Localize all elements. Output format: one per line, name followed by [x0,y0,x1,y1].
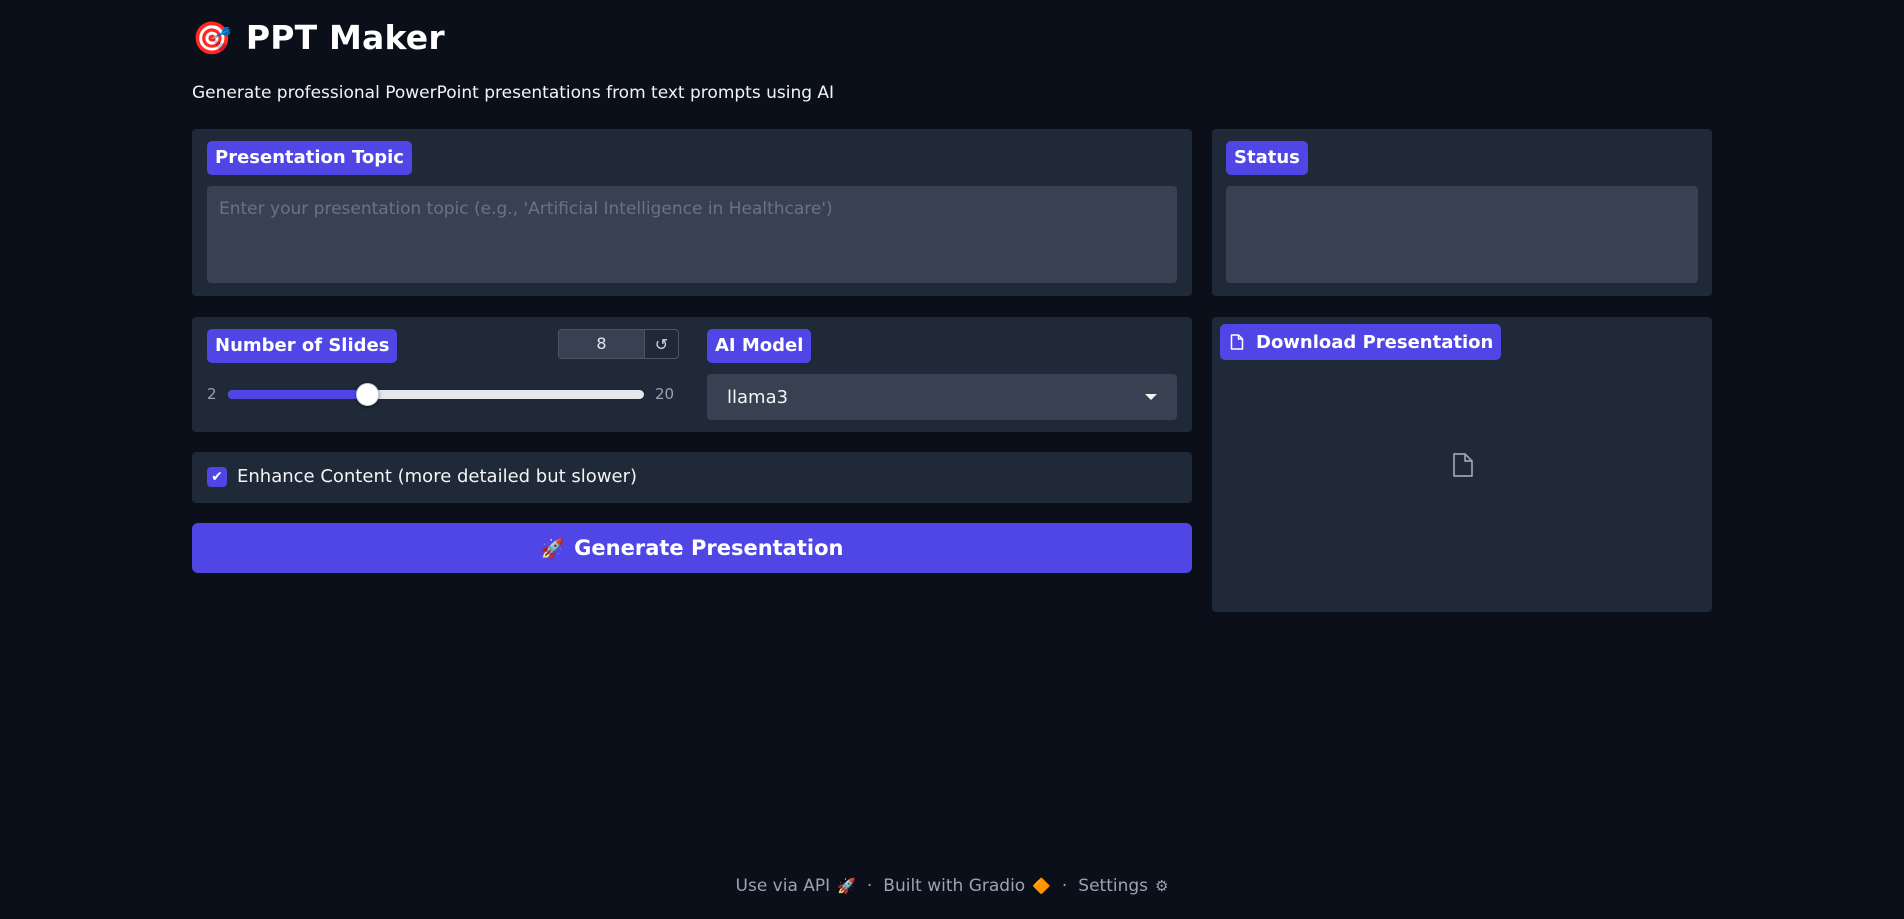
file-icon [1230,334,1244,350]
slider-min-label: 2 [207,385,217,403]
generate-button-label: Generate Presentation [574,536,844,560]
download-label-text: Download Presentation [1256,331,1494,353]
reset-icon: ↺ [654,334,669,354]
status-panel: Status [1212,129,1712,296]
status-output [1226,186,1698,283]
status-label: Status [1226,141,1308,175]
download-label: Download Presentation [1220,324,1502,360]
footer-separator: · [866,876,873,896]
check-icon: ✔ [211,469,223,485]
settings-link[interactable]: Settings ⚙ [1078,876,1168,896]
use-via-api-link[interactable]: Use via API 🚀 [736,876,856,896]
slides-number-input[interactable]: 8 [558,329,645,359]
rocket-icon: 🚀 [540,537,565,560]
settings-label: Settings [1078,876,1149,896]
slides-slider[interactable] [228,390,644,399]
slider-fill [228,390,367,399]
topic-label: Presentation Topic [207,141,412,175]
reset-button[interactable]: ↺ [644,329,679,359]
model-dropdown[interactable]: llama3 [707,374,1177,420]
slider-thumb[interactable] [355,383,379,406]
use-via-api-label: Use via API [735,876,831,896]
topic-panel: Presentation Topic [192,129,1192,296]
empty-file-icon [1453,453,1473,477]
built-with-gradio-label: Built with Gradio [883,876,1026,896]
topic-input[interactable] [207,186,1177,283]
generate-button[interactable]: 🚀 Generate Presentation [192,523,1192,573]
gear-icon: ⚙ [1155,877,1169,895]
footer: Use via API 🚀 · Built with Gradio 🔶 · Se… [0,876,1904,896]
enhance-panel: ✔ Enhance Content (more detailed but slo… [192,452,1192,503]
app-root: 🎯 PPT Maker Generate professional PowerP… [0,0,1904,919]
caret-down-icon [1145,394,1157,400]
model-label: AI Model [707,329,812,363]
enhance-label[interactable]: Enhance Content (more detailed but slowe… [237,466,637,487]
footer-separator: · [1061,876,1068,896]
enhance-checkbox[interactable]: ✔ [207,467,227,487]
download-panel: Download Presentation [1212,317,1712,612]
slides-label: Number of Slides [207,329,398,363]
page-subtitle: Generate professional PowerPoint present… [192,83,835,103]
settings-panel: Number of Slides 8 ↺ 2 20 AI Model llama… [192,317,1192,432]
target-icon: 🎯 [192,18,232,57]
gradio-logo-icon: 🔶 [1032,877,1051,895]
rocket-icon: 🚀 [837,877,856,895]
page-title: PPT Maker [245,18,445,57]
app-header: 🎯 PPT Maker [192,18,445,57]
slider-max-label: 20 [655,385,675,403]
built-with-gradio-link[interactable]: Built with Gradio 🔶 [883,876,1051,896]
model-selected-value: llama3 [727,386,789,408]
